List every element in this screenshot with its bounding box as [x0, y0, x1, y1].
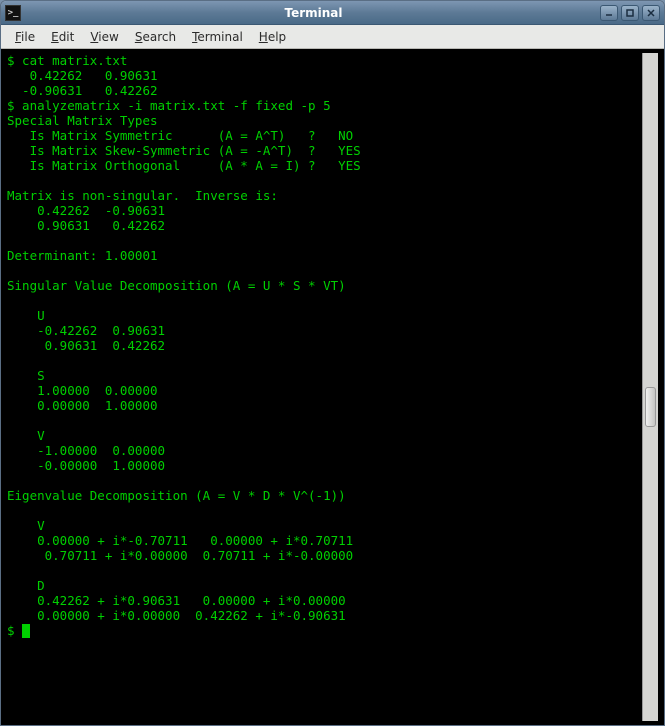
- menu-file[interactable]: File: [7, 28, 43, 46]
- terminal-icon: >_: [5, 5, 21, 21]
- terminal-area: $ cat matrix.txt 0.42262 0.90631 -0.9063…: [1, 49, 664, 725]
- cursor-block: [22, 624, 30, 638]
- terminal-window: >_ Terminal File Edit View Search Termin…: [0, 0, 665, 726]
- scrollbar-thumb[interactable]: [645, 387, 656, 427]
- menu-help-rest: elp: [268, 30, 286, 44]
- window-controls: [600, 5, 660, 21]
- menu-edit-rest: dit: [59, 30, 75, 44]
- maximize-button[interactable]: [621, 5, 639, 21]
- menu-edit[interactable]: Edit: [43, 28, 82, 46]
- menu-view[interactable]: View: [82, 28, 126, 46]
- terminal-viewport[interactable]: $ cat matrix.txt 0.42262 0.90631 -0.9063…: [7, 53, 642, 721]
- menu-terminal-rest: erminal: [197, 30, 242, 44]
- menu-terminal[interactable]: Terminal: [184, 28, 251, 46]
- minimize-button[interactable]: [600, 5, 618, 21]
- menu-view-rest: iew: [98, 30, 119, 44]
- menu-help[interactable]: Help: [251, 28, 294, 46]
- window-title: Terminal: [27, 6, 600, 20]
- terminal-output: $ cat matrix.txt 0.42262 0.90631 -0.9063…: [7, 53, 642, 638]
- menu-file-rest: ile: [21, 30, 35, 44]
- titlebar[interactable]: >_ Terminal: [1, 1, 664, 25]
- menubar: File Edit View Search Terminal Help: [1, 25, 664, 49]
- scrollbar[interactable]: [642, 53, 658, 721]
- close-button[interactable]: [642, 5, 660, 21]
- menu-search[interactable]: Search: [127, 28, 184, 46]
- menu-search-rest: earch: [142, 30, 176, 44]
